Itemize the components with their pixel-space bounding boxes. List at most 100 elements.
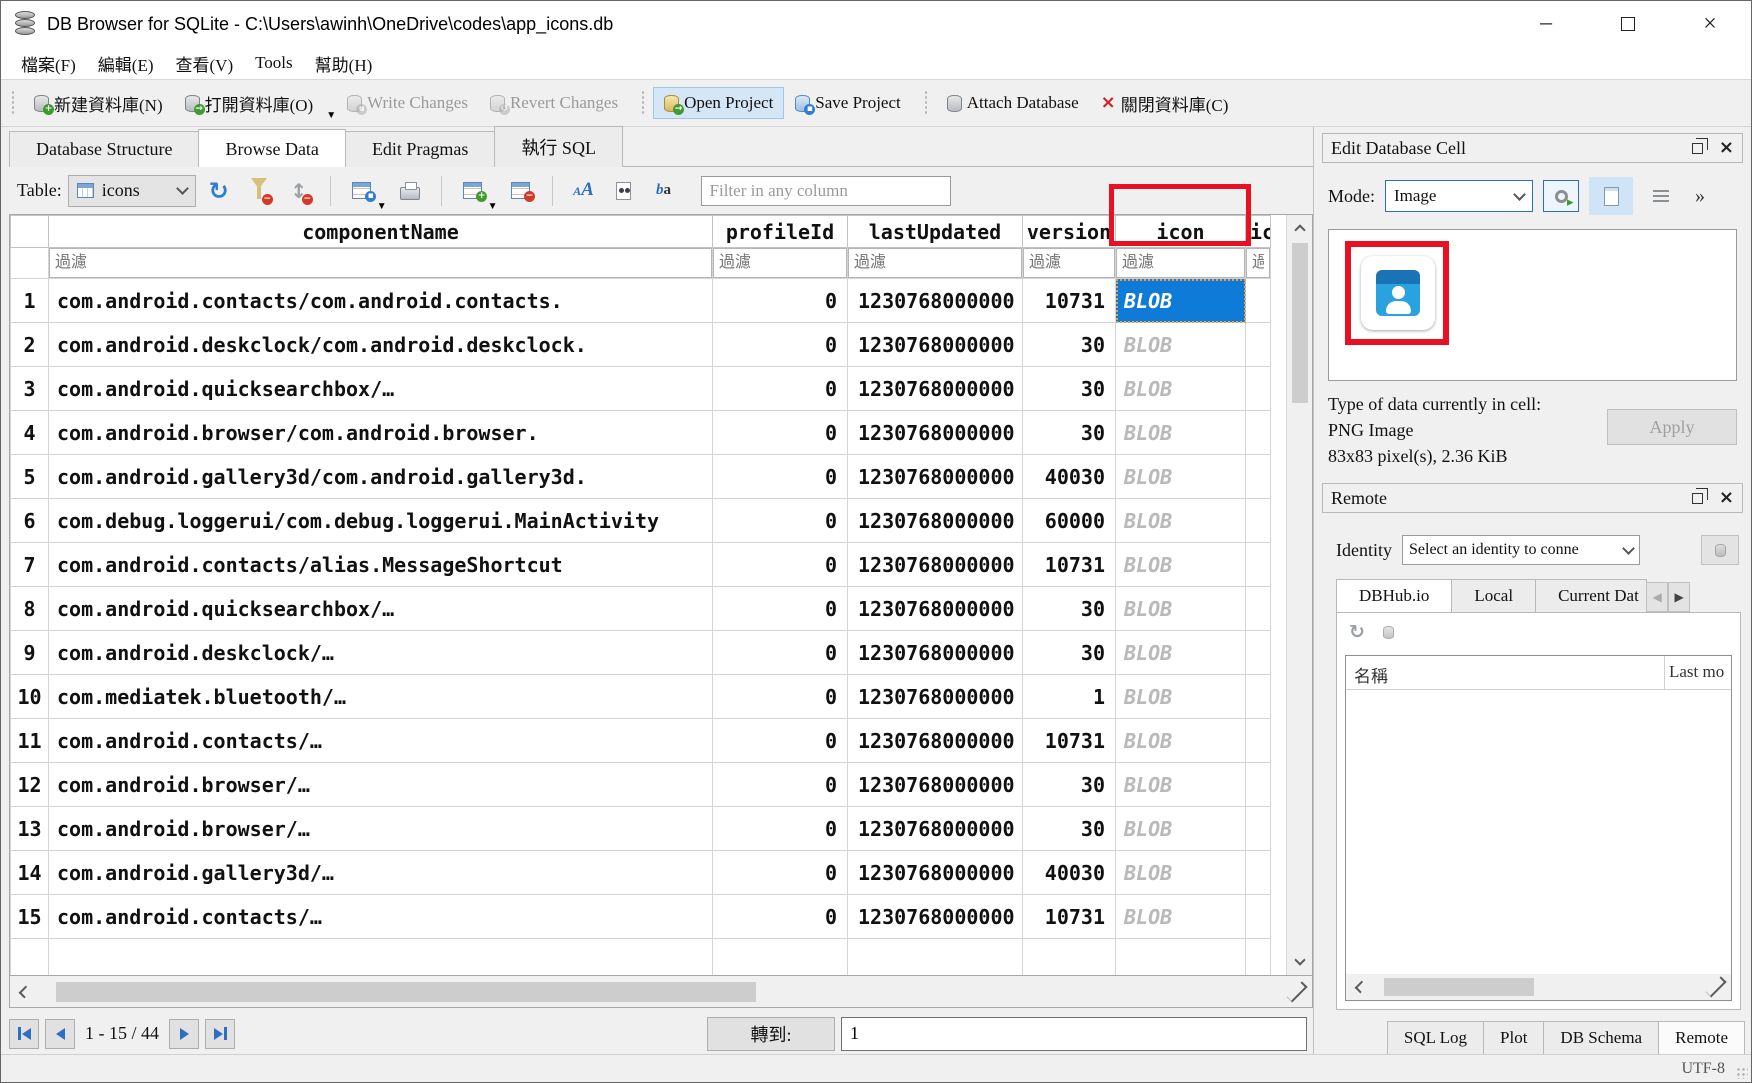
write-changes-button[interactable]: ▪ Write Changes bbox=[336, 87, 479, 119]
cell-icon[interactable]: BLOB bbox=[1116, 323, 1246, 367]
find-in-table-button[interactable] bbox=[607, 174, 641, 208]
cell-partial[interactable] bbox=[1246, 587, 1271, 631]
open-project-button[interactable]: → Open Project bbox=[653, 87, 784, 119]
cell-partial[interactable] bbox=[1246, 675, 1271, 719]
cell-version[interactable]: 10731 bbox=[1023, 543, 1116, 587]
tab-edit-pragmas[interactable]: Edit Pragmas bbox=[345, 131, 496, 167]
import-data-button[interactable] bbox=[1543, 180, 1579, 212]
word-wrap-button[interactable] bbox=[1643, 180, 1679, 212]
last-record-button[interactable] bbox=[205, 1019, 235, 1049]
cell-componentName[interactable]: com.android.gallery3d/com.android.galler… bbox=[49, 455, 713, 499]
close-dock-icon[interactable]: × bbox=[1719, 489, 1734, 507]
cell-profileId[interactable]: 0 bbox=[713, 367, 848, 411]
identity-select[interactable]: Select an identity to conne bbox=[1402, 535, 1640, 565]
cell-componentName[interactable]: com.android.quicksearchbox/… bbox=[49, 367, 713, 411]
cell-profileId[interactable]: 0 bbox=[713, 719, 848, 763]
tabs-scroll-right-icon[interactable]: ▶ bbox=[1668, 582, 1690, 612]
float-dock-icon[interactable] bbox=[1692, 493, 1703, 504]
cell-lastUpdated[interactable]: 1230768000000 bbox=[848, 895, 1023, 939]
case-toggle-button[interactable]: ba bbox=[647, 174, 681, 208]
cell-componentName[interactable]: com.mediatek.bluetooth/… bbox=[49, 675, 713, 719]
cell-profileId[interactable]: 0 bbox=[713, 543, 848, 587]
cell-icon[interactable]: BLOB bbox=[1116, 807, 1246, 851]
cell-componentName[interactable]: com.android.quicksearchbox/… bbox=[49, 587, 713, 631]
tabs-scroll-left-icon[interactable]: ◀ bbox=[1646, 582, 1668, 612]
cell-version[interactable]: 30 bbox=[1023, 367, 1116, 411]
maximize-icon[interactable] bbox=[1587, 1, 1669, 47]
export-data-button[interactable] bbox=[1589, 177, 1633, 215]
row-number[interactable]: 12 bbox=[11, 763, 49, 807]
revert-changes-button[interactable]: ↺ Revert Changes bbox=[479, 87, 629, 119]
cell-icon[interactable]: BLOB bbox=[1116, 675, 1246, 719]
cell-componentName[interactable]: com.android.gallery3d/… bbox=[49, 851, 713, 895]
row-number[interactable]: 7 bbox=[11, 543, 49, 587]
cell-partial[interactable] bbox=[1246, 851, 1271, 895]
cell-lastUpdated[interactable]: 1230768000000 bbox=[848, 367, 1023, 411]
apply-button[interactable]: Apply bbox=[1607, 409, 1737, 445]
cell-version[interactable]: 30 bbox=[1023, 587, 1116, 631]
open-database-dropdown-icon[interactable]: ▼ bbox=[326, 110, 336, 123]
cell-version[interactable]: 60000 bbox=[1023, 499, 1116, 543]
row-number[interactable]: 9 bbox=[11, 631, 49, 675]
menu-tools[interactable]: Tools bbox=[245, 50, 303, 76]
remote-horizontal-scrollbar[interactable] bbox=[1346, 974, 1731, 1000]
scroll-up-icon[interactable] bbox=[1287, 215, 1313, 241]
tab-browse-data[interactable]: Browse Data bbox=[198, 129, 345, 167]
tab-execute-sql[interactable]: 執行 SQL bbox=[494, 126, 623, 167]
menu-file[interactable]: 檔案(F) bbox=[11, 48, 86, 79]
cell-profileId[interactable]: 0 bbox=[713, 851, 848, 895]
cell-componentName[interactable]: com.android.contacts/alias.MessageShortc… bbox=[49, 543, 713, 587]
remote-column-name[interactable]: 名稱 bbox=[1346, 656, 1665, 689]
cell-lastUpdated[interactable]: 1230768000000 bbox=[848, 279, 1023, 323]
remote-scroll-thumb[interactable] bbox=[1384, 978, 1534, 996]
vertical-scroll-thumb[interactable] bbox=[1292, 243, 1308, 403]
cell-partial[interactable] bbox=[1246, 631, 1271, 675]
cell-icon[interactable]: BLOB bbox=[1116, 279, 1246, 323]
cell-partial[interactable] bbox=[1246, 763, 1271, 807]
row-number[interactable]: 11 bbox=[11, 719, 49, 763]
cell-version[interactable]: 30 bbox=[1023, 763, 1116, 807]
cell-version[interactable]: 40030 bbox=[1023, 851, 1116, 895]
float-dock-icon[interactable] bbox=[1692, 143, 1703, 154]
tab-database-structure[interactable]: Database Structure bbox=[9, 131, 199, 167]
cell-componentName[interactable]: com.android.contacts/… bbox=[49, 719, 713, 763]
filter-input-profileId[interactable] bbox=[713, 248, 847, 278]
cell-profileId[interactable]: 0 bbox=[713, 499, 848, 543]
cell-partial[interactable] bbox=[1246, 367, 1271, 411]
first-record-button[interactable] bbox=[9, 1019, 39, 1049]
row-number[interactable]: 6 bbox=[11, 499, 49, 543]
cell-profileId[interactable]: 0 bbox=[713, 411, 848, 455]
new-record-button[interactable]: + bbox=[456, 174, 490, 208]
cell-partial[interactable] bbox=[1246, 543, 1271, 587]
cell-componentName[interactable]: com.android.browser/com.android.browser. bbox=[49, 411, 713, 455]
column-header-profileId[interactable]: profileId bbox=[713, 216, 848, 248]
cell-icon[interactable]: BLOB bbox=[1116, 543, 1246, 587]
cell-profileId[interactable]: 0 bbox=[713, 587, 848, 631]
cell-icon[interactable]: BLOB bbox=[1116, 367, 1246, 411]
row-number[interactable]: 14 bbox=[11, 851, 49, 895]
cell-lastUpdated[interactable]: 1230768000000 bbox=[848, 323, 1023, 367]
resize-grip-icon[interactable] bbox=[1736, 1067, 1748, 1079]
remote-tab-current-database[interactable]: Current Dat bbox=[1535, 579, 1647, 612]
cell-lastUpdated[interactable]: 1230768000000 bbox=[848, 675, 1023, 719]
cell-componentName[interactable]: com.android.deskclock/… bbox=[49, 631, 713, 675]
column-header-version[interactable]: version bbox=[1023, 216, 1116, 248]
cell-profileId[interactable]: 0 bbox=[713, 895, 848, 939]
cell-icon[interactable]: BLOB bbox=[1116, 631, 1246, 675]
remote-database-icon[interactable] bbox=[1383, 626, 1394, 639]
remote-refresh-icon[interactable]: ↻ bbox=[1349, 623, 1365, 642]
horizontal-scrollbar[interactable] bbox=[9, 976, 1313, 1008]
close-dock-icon[interactable]: × bbox=[1719, 139, 1734, 157]
cell-profileId[interactable]: 0 bbox=[713, 807, 848, 851]
cell-partial[interactable] bbox=[1246, 455, 1271, 499]
row-number[interactable]: 5 bbox=[11, 455, 49, 499]
row-number[interactable]: 4 bbox=[11, 411, 49, 455]
cell-componentName[interactable]: com.android.browser/… bbox=[49, 807, 713, 851]
cell-profileId[interactable]: 0 bbox=[713, 675, 848, 719]
filter-input-componentName[interactable] bbox=[49, 248, 712, 278]
row-number[interactable]: 15 bbox=[11, 895, 49, 939]
cell-componentName[interactable]: com.android.browser/… bbox=[49, 763, 713, 807]
close-icon[interactable]: × bbox=[1669, 1, 1751, 47]
cell-version[interactable]: 30 bbox=[1023, 807, 1116, 851]
clear-filters-button[interactable]: − bbox=[242, 174, 276, 208]
